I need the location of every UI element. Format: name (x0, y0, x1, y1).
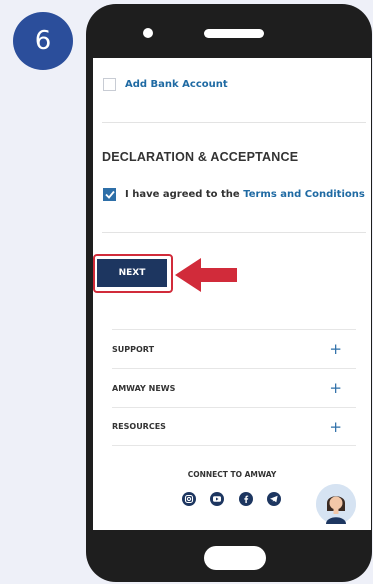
accordion-resources[interactable]: RESOURCES + (112, 407, 356, 446)
camera-icon (143, 28, 153, 38)
terms-agreement-text: I have agreed to the Terms and Condition… (125, 189, 365, 200)
add-bank-account-checkbox[interactable] (103, 78, 116, 91)
accordion-amway-news-label: AMWAY NEWS (112, 383, 176, 393)
home-button[interactable] (204, 546, 266, 570)
speaker-icon (204, 29, 264, 38)
accordion-support[interactable]: SUPPORT + (112, 329, 356, 368)
youtube-icon[interactable] (210, 492, 224, 506)
terms-and-conditions-link[interactable]: Terms and Conditions (243, 189, 365, 200)
plus-icon[interactable]: + (329, 379, 342, 397)
next-button[interactable]: NEXT (97, 259, 167, 287)
divider (102, 232, 366, 233)
accordion-resources-label: RESOURCES (112, 422, 166, 431)
declaration-heading: DECLARATION & ACCEPTANCE (102, 150, 299, 164)
facebook-icon[interactable] (239, 492, 253, 506)
checkmark-icon (104, 190, 115, 199)
telegram-icon[interactable] (267, 492, 281, 506)
pointer-arrow-icon (175, 258, 237, 292)
divider (102, 122, 366, 123)
connect-to-amway-label: CONNECT TO AMWAY (187, 470, 277, 479)
accordion-support-label: SUPPORT (112, 344, 155, 354)
plus-icon[interactable]: + (329, 418, 342, 436)
phone-screen: Add Bank Account DECLARATION & ACCEPTANC… (93, 58, 371, 530)
chat-assistant-avatar[interactable] (316, 484, 356, 524)
step-number-badge: 6 (13, 12, 73, 70)
terms-agreement-row[interactable]: I have agreed to the Terms and Condition… (103, 188, 365, 201)
add-bank-account-row[interactable]: Add Bank Account (103, 78, 228, 91)
accordion-amway-news[interactable]: AMWAY NEWS + (112, 368, 356, 407)
terms-checkbox[interactable] (103, 188, 116, 201)
terms-agreement-prefix: I have agreed to the (125, 189, 244, 200)
assistant-avatar-icon (316, 484, 356, 524)
instagram-icon[interactable] (182, 492, 196, 506)
add-bank-account-label[interactable]: Add Bank Account (125, 79, 228, 90)
plus-icon[interactable]: + (329, 340, 342, 358)
